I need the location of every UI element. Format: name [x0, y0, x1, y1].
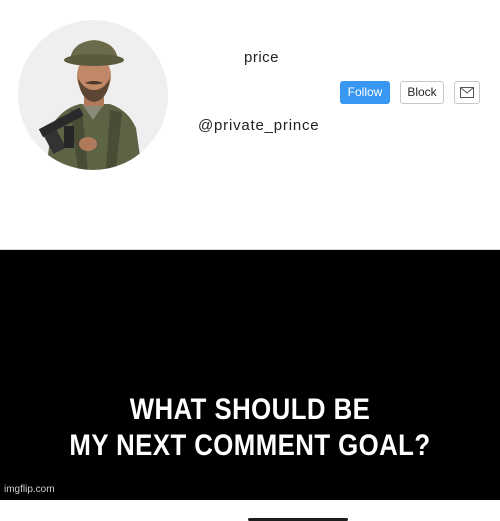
envelope-icon [460, 87, 474, 98]
message-button[interactable] [454, 81, 480, 104]
profile-handle: @private_prince [198, 117, 320, 134]
follow-button[interactable]: Follow [340, 81, 390, 104]
meme-caption: WHAT SHOULD BE MY NEXT COMMENT GOAL? [35, 392, 465, 464]
watermark: imgflip.com [4, 484, 55, 495]
profile-username: price [244, 49, 280, 66]
caption-line-1: WHAT SHOULD BE [129, 393, 371, 426]
profile-panel: price Follow Block @private_prince [0, 0, 500, 250]
block-button[interactable]: Block [400, 81, 444, 104]
soldier-avatar-icon [18, 20, 168, 170]
avatar[interactable] [18, 20, 168, 170]
caption-line-2: MY NEXT COMMENT GOAL? [69, 429, 431, 462]
